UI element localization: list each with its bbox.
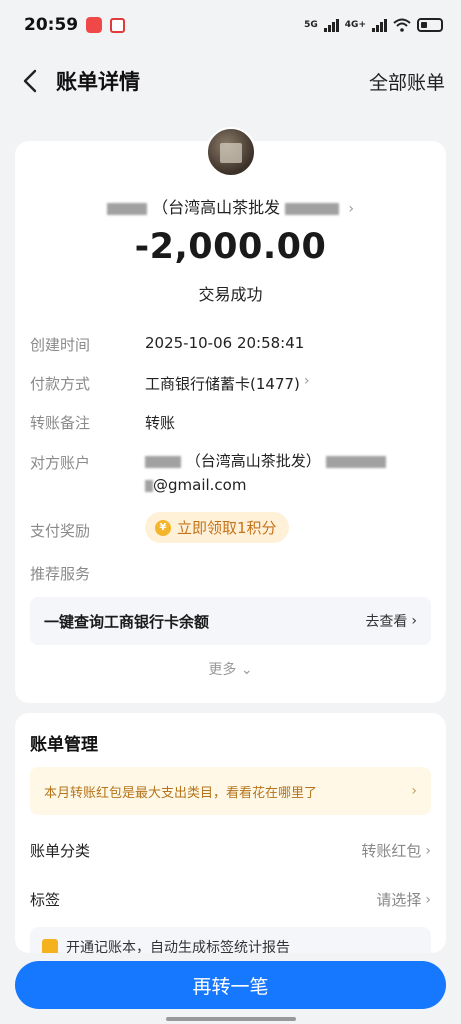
- claim-points-label: 立即领取1积分: [177, 519, 277, 537]
- counterparty-email: @gmail.com: [153, 476, 247, 494]
- chevron-right-icon: ›: [425, 842, 431, 859]
- payment-method-row[interactable]: 付款方式 工商银行储蓄卡(1477) ›: [30, 373, 431, 394]
- remark-row: 转账备注 转账: [30, 412, 431, 433]
- coin-icon: ¥: [155, 519, 171, 536]
- claim-points-button[interactable]: ¥ 立即领取1积分: [145, 512, 289, 543]
- section-title: 账单管理: [30, 735, 98, 755]
- remark-label: 转账备注: [30, 414, 91, 432]
- tag-label: 标签: [30, 891, 61, 909]
- payment-method-label: 付款方式: [30, 375, 91, 393]
- service-action: 去查看: [365, 614, 408, 630]
- chevron-right-icon: ›: [348, 201, 354, 217]
- transaction-status: 交易成功: [198, 285, 263, 304]
- status-indicators: 5G 4G+: [304, 18, 443, 32]
- check-balance-service[interactable]: 一键查询工商银行卡余额 去查看 ›: [30, 597, 431, 645]
- created-time-value: 2025-10-06 20:58:41: [145, 334, 305, 352]
- payee-avatar: [206, 127, 256, 177]
- recommend-row: 推荐服务: [30, 563, 431, 584]
- redacted-text: [145, 455, 181, 468]
- battery-icon: [417, 18, 443, 32]
- home-indicator[interactable]: [166, 1017, 296, 1021]
- chevron-right-icon: ›: [411, 613, 417, 629]
- reward-label: 支付奖励: [30, 522, 91, 540]
- spending-tip-banner[interactable]: 本月转账红包是最大支出类目，看看花在哪里了 ›: [30, 767, 431, 815]
- redacted-text: [285, 202, 340, 215]
- ledger-promo-text: 开通记账本，自动生成标签统计报告: [66, 940, 290, 953]
- status-bar: 20:59 5G 4G+: [0, 0, 461, 50]
- ledger-icon: [42, 939, 58, 953]
- service-text: 一键查询工商银行卡余额: [44, 612, 210, 631]
- counterparty-label: 对方账户: [30, 454, 91, 472]
- tag-value: 请选择: [376, 891, 422, 909]
- nav-bar: 账单详情 全部账单: [0, 50, 461, 112]
- status-time: 20:59: [24, 15, 79, 35]
- payment-method-value: 工商银行储蓄卡(1477): [145, 375, 300, 393]
- counterparty-value-block: （台湾高山茶批发） @gmail.com: [145, 449, 386, 497]
- chevron-right-icon: ›: [411, 783, 417, 799]
- reward-row: 支付奖励 ¥ 立即领取1积分: [30, 512, 431, 543]
- tag-row[interactable]: 标签 请选择 ›: [30, 889, 431, 910]
- chevron-right-icon: ›: [425, 891, 431, 908]
- counterparty-row: 对方账户 （台湾高山茶批发） @gmail.com: [30, 452, 431, 497]
- signal-icon: [323, 18, 339, 32]
- redacted-text: [107, 202, 148, 215]
- tip-text: 本月转账红包是最大支出类目，看看花在哪里了: [44, 785, 318, 801]
- page-title: 账单详情: [56, 70, 140, 94]
- category-label: 账单分类: [30, 842, 91, 860]
- bill-detail-card: （台湾高山茶批发 › -2,000.00 交易成功 创建时间 2025-10-0…: [15, 127, 446, 703]
- category-value: 转账红包: [361, 842, 422, 860]
- payee-name[interactable]: （台湾高山茶批发 ›: [15, 194, 446, 218]
- more-toggle[interactable]: 更多 ⌄: [15, 659, 446, 679]
- remark-value: 转账: [145, 414, 176, 432]
- transfer-again-button[interactable]: 再转一笔: [15, 961, 446, 1009]
- wifi-icon: [393, 18, 411, 32]
- all-bills-link[interactable]: 全部账单: [369, 68, 445, 95]
- recommend-label: 推荐服务: [30, 565, 91, 583]
- network-4g-label: 4G+: [344, 20, 366, 30]
- created-time-label: 创建时间: [30, 336, 91, 354]
- redacted-text: [325, 455, 386, 468]
- chevron-down-icon: ⌄: [240, 662, 253, 678]
- redacted-text: [145, 479, 153, 492]
- notification-app-icon: [86, 17, 103, 33]
- category-row[interactable]: 账单分类 转账红包 ›: [30, 840, 431, 861]
- chevron-right-icon: ›: [303, 373, 310, 389]
- signal-icon-2: [372, 18, 387, 32]
- created-time-row: 创建时间 2025-10-06 20:58:41: [30, 334, 431, 355]
- ledger-promo[interactable]: 开通记账本，自动生成标签统计报告: [30, 927, 431, 953]
- back-icon[interactable]: [16, 67, 44, 95]
- more-label: 更多: [208, 662, 237, 678]
- amount: -2,000.00: [134, 227, 327, 267]
- calendar-icon: [110, 17, 126, 33]
- payee-name-text: （台湾高山茶批发: [152, 198, 281, 217]
- counterparty-value: （台湾高山茶批发）: [185, 452, 321, 470]
- network-5g-label: 5G: [304, 20, 318, 30]
- bill-management-card: 账单管理 本月转账红包是最大支出类目，看看花在哪里了 › 账单分类 转账红包 ›…: [15, 713, 446, 953]
